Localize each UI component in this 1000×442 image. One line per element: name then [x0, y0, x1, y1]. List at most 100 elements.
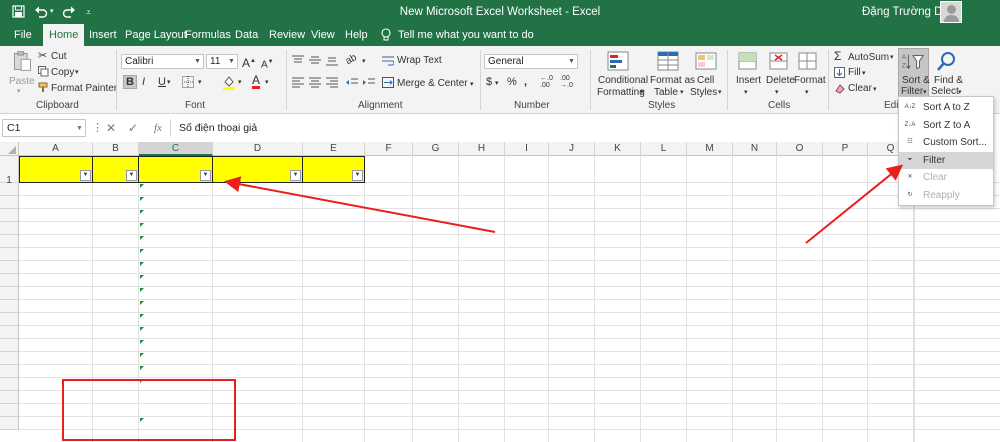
year-cell[interactable]	[93, 365, 139, 378]
menu-item-sort-z-to-a[interactable]: Z↓A Sort Z to A	[899, 117, 993, 134]
delete-cells-icon[interactable]	[767, 50, 791, 72]
job-cell[interactable]	[213, 352, 303, 365]
row-header[interactable]	[0, 222, 19, 235]
insert-cells-icon[interactable]	[736, 50, 760, 72]
job-cell[interactable]	[213, 248, 303, 261]
job-cell[interactable]	[213, 235, 303, 248]
row-header[interactable]	[0, 261, 19, 274]
row-header[interactable]	[0, 248, 19, 261]
year-cell[interactable]	[93, 261, 139, 274]
phone-cell[interactable]	[139, 339, 213, 352]
delete-cells-button[interactable]: Delete	[766, 75, 795, 87]
phone-cell[interactable]	[139, 404, 213, 417]
autosum-icon[interactable]: Σ	[834, 50, 841, 62]
insert-function-icon[interactable]: fx	[154, 120, 162, 136]
column-header-c[interactable]: C	[139, 142, 213, 156]
phone-cell[interactable]	[139, 365, 213, 378]
underline-dropdown-icon[interactable]: ▾	[167, 77, 171, 89]
web-cell[interactable]	[303, 248, 365, 261]
format-painter-icon[interactable]	[38, 82, 49, 93]
autosum-dropdown-icon[interactable]: ▾	[890, 52, 894, 64]
row-header[interactable]	[0, 404, 19, 417]
phone-cell[interactable]	[139, 326, 213, 339]
column-header-b[interactable]: B	[93, 142, 139, 156]
name-cell[interactable]	[19, 417, 93, 430]
percent-icon[interactable]: %	[507, 76, 517, 88]
italic-button[interactable]: I	[142, 76, 145, 88]
row-header[interactable]	[0, 209, 19, 222]
row-header[interactable]	[0, 274, 19, 287]
row-header[interactable]	[0, 391, 19, 404]
web-cell[interactable]	[303, 196, 365, 209]
format-cells-button[interactable]: Format	[794, 75, 826, 87]
job-cell[interactable]	[213, 391, 303, 404]
avatar[interactable]	[940, 1, 962, 23]
year-cell[interactable]	[93, 235, 139, 248]
year-cell[interactable]	[93, 300, 139, 313]
column-header-d[interactable]: D	[213, 142, 303, 156]
web-cell[interactable]	[303, 339, 365, 352]
align-bottom-icon[interactable]	[326, 55, 338, 66]
year-cell[interactable]	[93, 287, 139, 300]
font-color-icon[interactable]: A	[252, 74, 261, 89]
row-header[interactable]: 1	[0, 156, 19, 186]
formula-input[interactable]: Số điện thoại giả	[170, 119, 998, 137]
tab-help[interactable]: Help	[345, 24, 368, 46]
orientation-icon[interactable]: ab	[344, 52, 360, 68]
row-header[interactable]	[0, 287, 19, 300]
format-painter-button[interactable]: Format Painter	[51, 83, 117, 95]
phone-cell[interactable]	[139, 209, 213, 222]
job-cell[interactable]	[213, 209, 303, 222]
borders-icon[interactable]	[182, 76, 194, 88]
year-cell[interactable]	[93, 326, 139, 339]
year-cell[interactable]	[93, 391, 139, 404]
job-cell[interactable]	[213, 196, 303, 209]
web-cell[interactable]	[303, 274, 365, 287]
merge-dropdown-icon[interactable]: ▾	[470, 79, 474, 91]
year-cell[interactable]	[93, 313, 139, 326]
phone-cell[interactable]	[139, 183, 213, 196]
web-cell[interactable]	[303, 209, 365, 222]
phone-cell[interactable]	[139, 391, 213, 404]
orientation-dropdown-icon[interactable]: ▾	[362, 56, 366, 68]
conditional-formatting-icon[interactable]	[606, 50, 630, 72]
web-cell[interactable]	[303, 183, 365, 196]
year-cell[interactable]	[93, 248, 139, 261]
row-header[interactable]	[0, 196, 19, 209]
row-header[interactable]	[0, 378, 19, 391]
phone-cell[interactable]	[139, 378, 213, 391]
web-cell[interactable]	[303, 391, 365, 404]
row-header[interactable]	[0, 352, 19, 365]
menu-item-filter[interactable]: ⏷ Filter	[899, 151, 993, 169]
job-cell[interactable]	[213, 378, 303, 391]
cell-styles-dropdown-icon[interactable]: ▾	[718, 87, 722, 99]
column-header-i[interactable]: I	[505, 142, 549, 156]
copy-button[interactable]: Copy	[51, 67, 74, 79]
phone-cell[interactable]	[139, 313, 213, 326]
clear-button[interactable]: Clear	[848, 83, 872, 95]
paste-dropdown-icon[interactable]: ▾	[17, 86, 21, 98]
job-cell[interactable]	[213, 365, 303, 378]
phone-cell[interactable]	[139, 274, 213, 287]
column-header-p[interactable]: P	[823, 142, 868, 156]
font-size-select[interactable]: 11 ▼	[206, 54, 238, 69]
cut-icon[interactable]: ✂	[38, 50, 47, 62]
tab-view[interactable]: View	[311, 24, 335, 46]
year-cell[interactable]	[93, 378, 139, 391]
confirm-formula-icon[interactable]: ✓	[128, 120, 138, 136]
decrease-indent-icon[interactable]	[346, 77, 358, 88]
year-cell[interactable]	[93, 209, 139, 222]
job-cell[interactable]	[213, 404, 303, 417]
cut-button[interactable]: Cut	[51, 51, 67, 63]
filter-dropdown-button[interactable]: ▼	[290, 170, 301, 181]
filter-dropdown-button[interactable]: ▼	[200, 170, 211, 181]
name-cell[interactable]	[19, 222, 93, 235]
year-cell[interactable]	[93, 404, 139, 417]
name-cell[interactable]	[19, 365, 93, 378]
align-center-icon[interactable]	[309, 77, 321, 88]
column-header-k[interactable]: K	[595, 142, 641, 156]
name-cell[interactable]	[19, 404, 93, 417]
row-header[interactable]	[0, 235, 19, 248]
cell-styles-label[interactable]: Styles	[690, 87, 717, 99]
name-cell[interactable]	[19, 300, 93, 313]
